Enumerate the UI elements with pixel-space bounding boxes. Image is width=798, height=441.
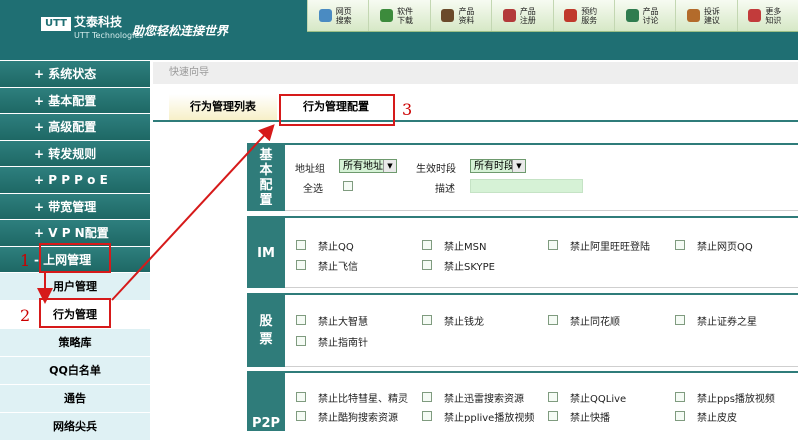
arrow-2-to-3 bbox=[111, 124, 275, 301]
annotation-arrows bbox=[37, 124, 275, 304]
